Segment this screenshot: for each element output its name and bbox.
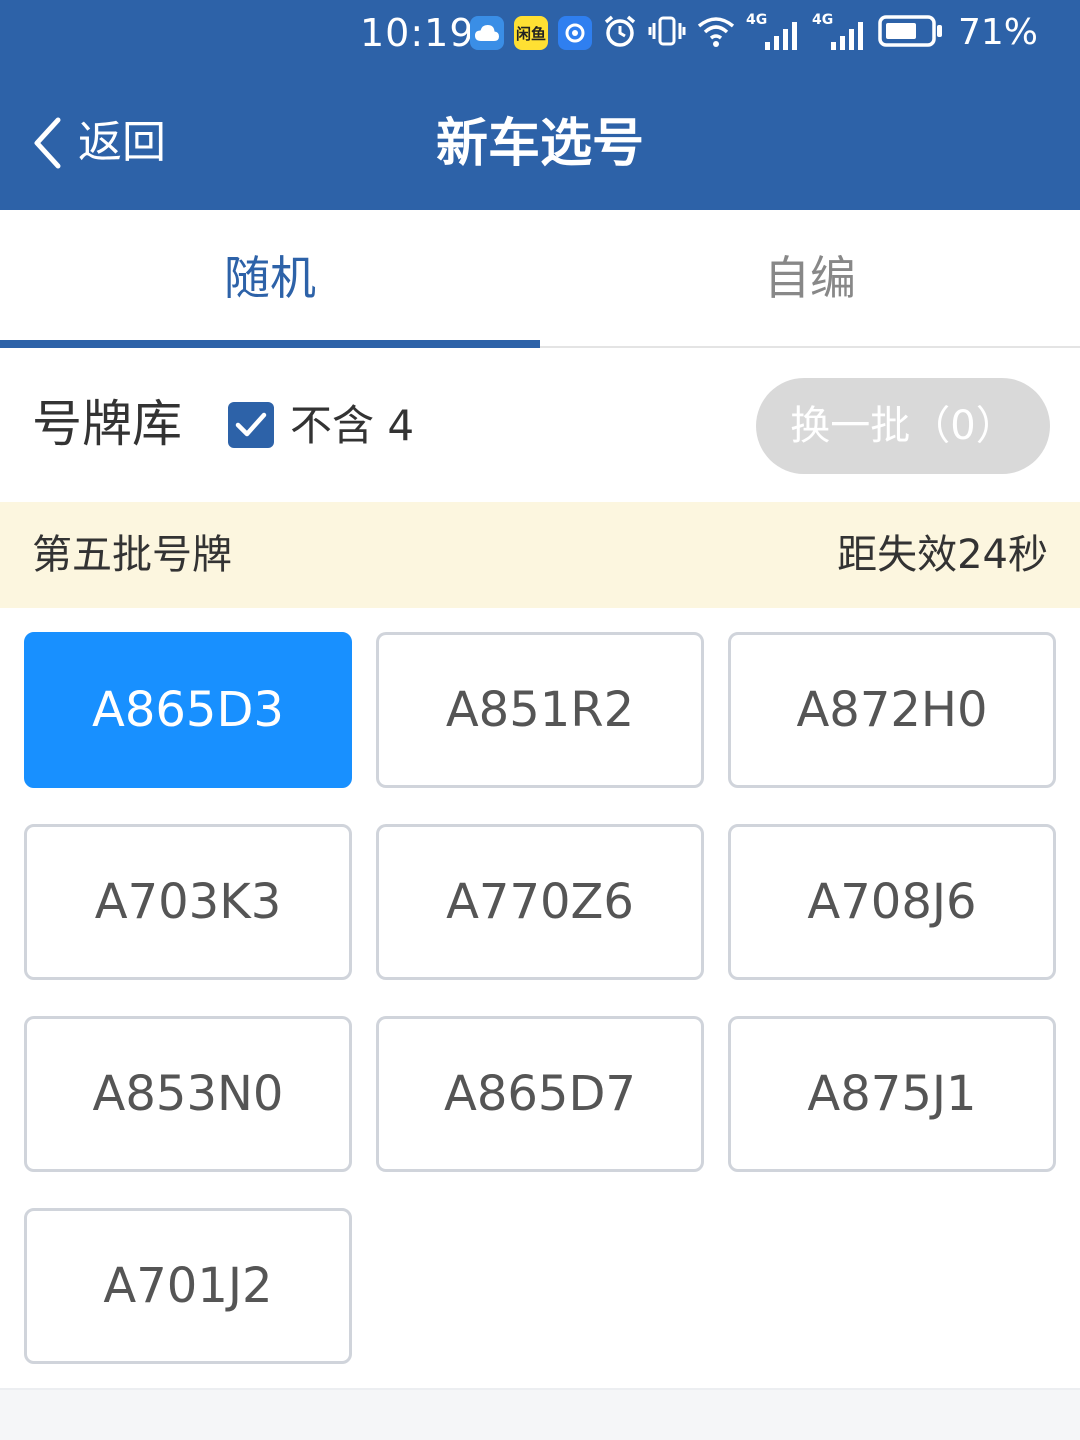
tab-bar: 随机 自编 (0, 210, 1080, 348)
assistant-app-icon (558, 16, 592, 50)
status-bar: 10:19 闲鱼 4G 4G 71% (0, 0, 1080, 70)
checkmark-icon (228, 402, 274, 448)
active-tab-indicator (0, 340, 540, 348)
app-header: 10:19 闲鱼 4G 4G 71% 返回 新车选号 (0, 0, 1080, 210)
batch-title: 第五批号牌 (32, 532, 232, 578)
vibrate-icon (648, 13, 686, 53)
plate-grid: A865D3 A851R2 A872H0 A703K3 A770Z6 A708J… (0, 608, 1080, 1388)
plate-option[interactable]: A865D3 (24, 632, 352, 788)
page-title: 新车选号 (435, 114, 644, 174)
plate-option[interactable]: A853N0 (24, 1016, 352, 1172)
plate-option[interactable]: A872H0 (728, 632, 1056, 788)
alarm-icon (602, 13, 638, 53)
tab-custom[interactable]: 自编 (540, 210, 1080, 346)
cloud-icon (470, 16, 504, 50)
plate-pool-label: 号牌库 (32, 395, 182, 453)
tab-random[interactable]: 随机 (0, 210, 540, 346)
battery-icon (878, 14, 944, 52)
battery-percent: 71% (958, 12, 1039, 53)
plate-option[interactable]: A708J6 (728, 824, 1056, 980)
batch-expiry-countdown: 距失效24秒 (837, 532, 1048, 578)
plate-option[interactable]: A875J1 (728, 1016, 1056, 1172)
status-icons: 闲鱼 4G 4G (470, 12, 944, 54)
plate-option[interactable]: A865D7 (376, 1016, 704, 1172)
plate-option[interactable]: A703K3 (24, 824, 352, 980)
refresh-batch-button[interactable]: 换一批（0） (756, 378, 1050, 474)
batch-info-bar: 第五批号牌 距失效24秒 (0, 502, 1080, 608)
plate-option[interactable]: A770Z6 (376, 824, 704, 980)
bottom-strip (0, 1388, 1080, 1440)
cellular-signal-icon-1: 4G (746, 12, 802, 52)
nav-bar: 返回 新车选号 (0, 80, 1080, 210)
plate-option[interactable]: A701J2 (24, 1208, 352, 1364)
exclude-four-checkbox[interactable] (228, 402, 274, 448)
plate-option[interactable]: A851R2 (376, 632, 704, 788)
exclude-four-label: 不含 4 (290, 401, 415, 450)
cellular-signal-icon-2: 4G (812, 12, 868, 52)
wifi-icon (696, 14, 736, 52)
xianyu-app-icon: 闲鱼 (514, 16, 548, 50)
xianyu-badge-text: 闲鱼 (515, 24, 546, 43)
status-time: 10:19 (360, 11, 475, 55)
plate-pool-row: 号牌库 不含 4 换一批（0） (0, 348, 1080, 502)
